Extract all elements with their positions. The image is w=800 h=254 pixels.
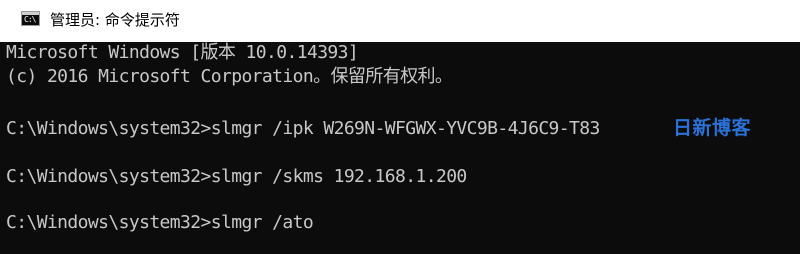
console-line-ipk-command: C:\Windows\system32>slmgr /ipk W269N-WFG… — [6, 118, 600, 139]
console-line-version: Microsoft Windows [版本 10.0.14393] — [6, 42, 359, 63]
title-bar[interactable]: C:\ 管理员: 命令提示符 — [0, 0, 800, 42]
command-prompt-window: C:\ 管理员: 命令提示符 Microsoft Windows [版本 10.… — [0, 0, 800, 254]
cmd-console-icon: C:\ — [21, 11, 40, 26]
console-line-skms-command: C:\Windows\system32>slmgr /skms 192.168.… — [6, 166, 467, 187]
console-line-copyright: (c) 2016 Microsoft Corporation。保留所有权利。 — [6, 66, 453, 87]
console-output-area[interactable]: Microsoft Windows [版本 10.0.14393] (c) 20… — [0, 42, 800, 254]
window-title: 管理员: 命令提示符 — [50, 11, 180, 29]
icon-prompt-glyph: C:\ — [24, 15, 36, 24]
watermark-text: 日新博客 — [673, 117, 752, 139]
console-line-ato-command: C:\Windows\system32>slmgr /ato — [6, 212, 314, 233]
